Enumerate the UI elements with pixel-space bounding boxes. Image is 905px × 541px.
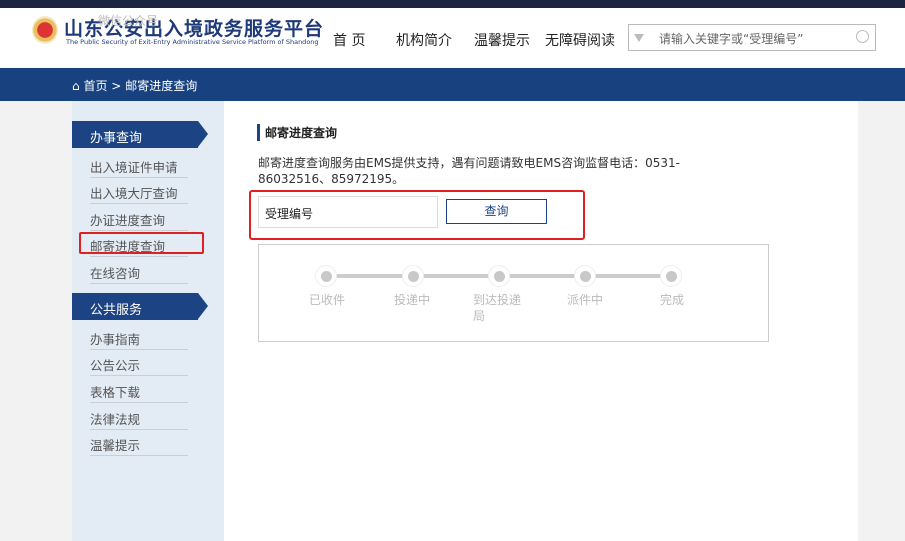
breadcrumb-current: 邮寄进度查询 bbox=[125, 79, 198, 93]
sidebar-item-online-consult[interactable]: 在线咨询 bbox=[90, 258, 188, 284]
sidebar-item-forms[interactable]: 表格下载 bbox=[90, 377, 188, 403]
step-label: 投递中 bbox=[394, 293, 431, 307]
watermark: 微信公众号 bbox=[98, 14, 159, 28]
sidebar-item-progress-query[interactable]: 办证进度查询 bbox=[90, 205, 188, 231]
step-dot-icon bbox=[402, 265, 424, 287]
search-input[interactable]: 请输入关键字或“受理编号” bbox=[628, 24, 876, 51]
step-dot-icon bbox=[488, 265, 510, 287]
sidebar-item-laws[interactable]: 法律法规 bbox=[90, 404, 188, 430]
top-bar bbox=[0, 0, 905, 8]
step-label: 到达投递局 bbox=[473, 293, 522, 323]
nav-home[interactable]: 首 页 bbox=[333, 30, 365, 50]
sidebar-section-query[interactable]: 办事查询 bbox=[72, 121, 208, 148]
step-label: 派件中 bbox=[567, 293, 604, 307]
page-title: 邮寄进度查询 bbox=[257, 124, 337, 141]
search-icon[interactable] bbox=[856, 30, 869, 43]
sidebar-item-notice[interactable]: 公告公示 bbox=[90, 350, 188, 376]
nav-tips[interactable]: 温馨提示 bbox=[474, 30, 530, 50]
step-dot-icon bbox=[660, 265, 682, 287]
sidebar-item-hall-query[interactable]: 出入境大厅查询 bbox=[90, 178, 188, 204]
home-icon: ⌂ bbox=[72, 79, 80, 93]
search-placeholder: 请输入关键字或“受理编号” bbox=[659, 32, 804, 46]
step-label: 已收件 bbox=[309, 293, 346, 307]
breadcrumb-separator: > bbox=[111, 79, 122, 93]
breadcrumb-home[interactable]: 首页 bbox=[83, 79, 107, 93]
step-dot-icon bbox=[315, 265, 337, 287]
nav-accessibility[interactable]: 无障碍阅读 bbox=[545, 30, 615, 50]
description: 邮寄进度查询服务由EMS提供支持，遇有问题请致电EMS咨询监督电话：0531-8… bbox=[258, 156, 680, 186]
dropdown-arrow-icon[interactable] bbox=[634, 34, 644, 42]
sidebar-item-guide[interactable]: 办事指南 bbox=[90, 324, 188, 350]
police-emblem-logo bbox=[32, 16, 58, 44]
step-label: 完成 bbox=[660, 293, 685, 307]
site-subtitle: The Public Security of Exit-Entry Admini… bbox=[66, 38, 319, 46]
sidebar-item-certificate-apply[interactable]: 出入境证件申请 bbox=[90, 152, 188, 178]
highlight-box-sidebar bbox=[79, 232, 204, 254]
sidebar-section-public[interactable]: 公共服务 bbox=[72, 293, 208, 320]
step-dot-icon bbox=[574, 265, 596, 287]
breadcrumb: ⌂ 首页 > 邮寄进度查询 bbox=[72, 77, 197, 94]
sidebar-item-tips[interactable]: 温馨提示 bbox=[90, 430, 188, 456]
nav-about[interactable]: 机构简介 bbox=[396, 30, 452, 50]
highlight-box-form bbox=[249, 190, 585, 240]
